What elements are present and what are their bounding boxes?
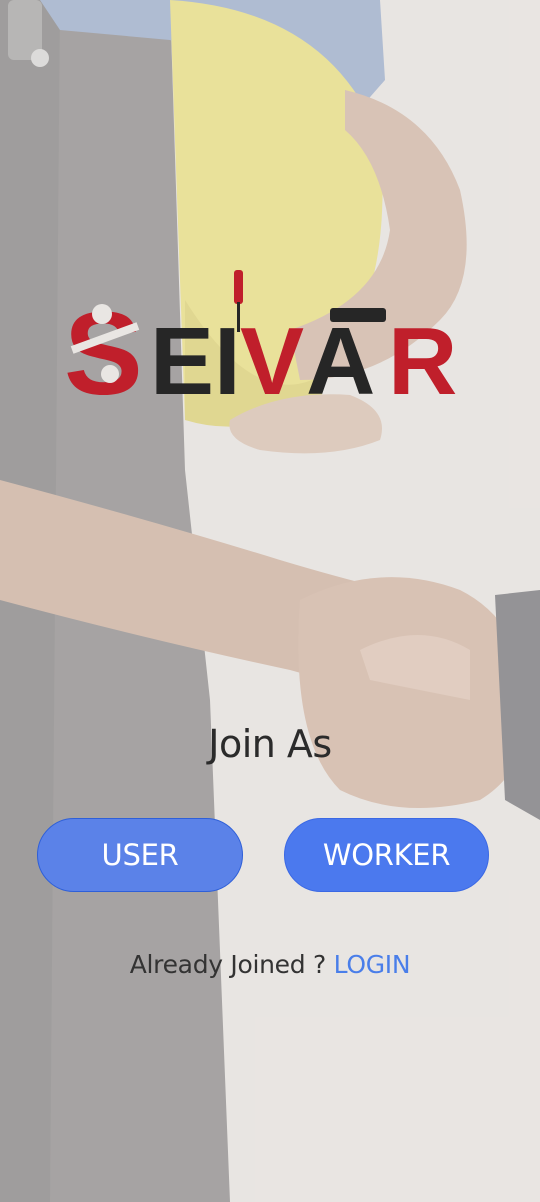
worker-button[interactable]: WORKER (284, 818, 489, 892)
seivar-logo: S E I V A R (64, 270, 457, 412)
logo-letter-a: A (306, 308, 386, 412)
logo-letter-v: V (234, 270, 304, 412)
logo-letter-r: R (388, 308, 457, 412)
user-button[interactable]: USER (37, 818, 243, 892)
login-link[interactable]: LOGIN (334, 950, 411, 979)
already-joined-prompt: Already Joined ? LOGIN (0, 950, 540, 979)
logo-letter-e: E (150, 308, 214, 412)
background-overlay (0, 0, 540, 1202)
svg-text:A: A (306, 308, 375, 412)
logo-letter-i: I (214, 308, 241, 412)
already-joined-text: Already Joined ? (129, 950, 334, 979)
join-screen: S E I V A R Join As USER WORKER Already … (0, 0, 540, 1202)
logo-letter-s: S (64, 288, 143, 412)
join-as-heading: Join As (208, 722, 332, 766)
svg-text:V: V (240, 308, 304, 412)
